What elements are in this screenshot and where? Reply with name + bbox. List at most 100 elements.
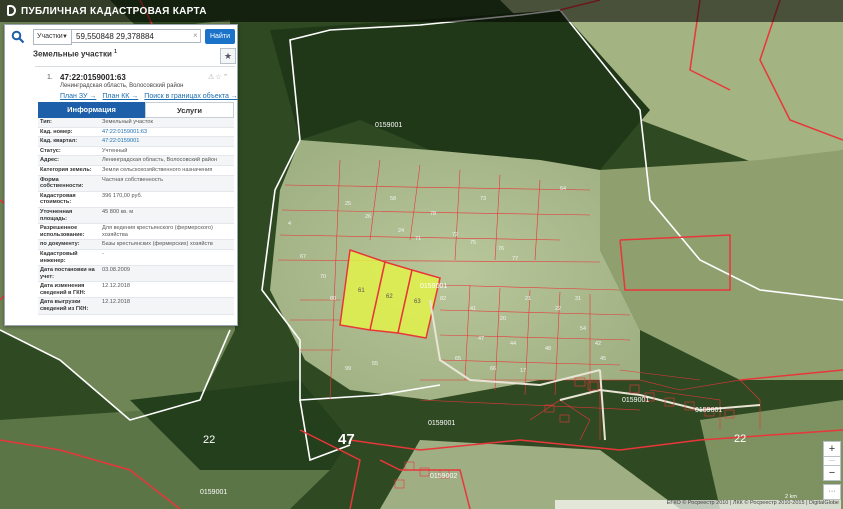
attribute-value: Частная собственность [100,175,234,192]
search-type-select[interactable]: Участки ▼ [33,29,72,45]
link-plan-kk[interactable]: План КК → [102,93,138,100]
attribute-row: Дата изменения сведений в ГКН: 12.12.2018 [38,281,234,299]
attribute-value: Учтенный [100,146,234,157]
parcel-number-label: 78 [430,211,436,217]
result-index: 1. [47,74,53,81]
app-logo: ПУБЛИЧНАЯ КАДАСТРОВАЯ КАРТА [7,5,207,17]
parcel-number-label: 17 [520,368,526,374]
parcel-number-label: 54 [580,326,586,332]
attribute-row: Кад. номер: 47:22:0159001:63 [38,127,234,138]
attribute-value[interactable]: 47:22:0159001:63 [100,127,234,138]
parcel-number-label: 25 [345,201,351,207]
search-icon[interactable] [11,30,25,44]
zoom-in-button[interactable]: + [823,441,841,457]
parcel-number-label: 76 [498,246,504,252]
parcel-number-label: 73 [480,196,486,202]
attribute-key: Кад. квартал: [38,136,100,147]
attribute-key: Форма собственности: [38,175,100,192]
attribute-row: Кадастровый инженер: - [38,249,234,267]
attribute-value: 12.12.2018 [100,297,234,315]
attribute-key: Дата постановки на учет: [38,265,100,283]
attribute-row: Статус: Учтенный [38,146,234,157]
result-links: План ЗУ → План КК → Поиск в границах объек… [60,93,244,100]
label-parcel-quarter-code-south: 0159001 [420,283,447,290]
attribute-key: по документу: [38,239,100,250]
divider [35,66,235,67]
search-bar: Участки▼ × Найти [9,29,235,45]
label-district-left: 22 [203,434,215,446]
zoom-out-button[interactable]: − [823,465,841,481]
attribute-row: Дата выгрузки сведений из ГКН: 12.12.2018 [38,297,234,315]
attribute-row: Кадастровая стоимость: 396 170,00 руб. [38,191,234,208]
attribute-row: Кад. квартал: 47:22:0159001 [38,136,234,147]
link-search-in-bounds[interactable]: Поиск в границах объекта → [144,93,238,100]
attribute-value: Земельный участок [100,118,234,128]
label-quarter-left: 0159001 [200,489,227,496]
attribute-row: Категория земель: Земли сельскохозяйствен… [38,165,234,176]
parcel-number-label: 55 [372,361,378,367]
result-address: Ленинградская область, Волосовский район [60,83,184,89]
label-region: 47 [338,431,355,448]
info-panel: Участки▼ × Найти Земельные участки 1 ★ 1… [4,24,238,326]
parcel-number-label: 64 [560,186,566,192]
label-parcel-quarter-code: 0159001 [695,407,722,414]
search-type-label: Участки [37,33,63,40]
results-count: 1 [114,49,117,55]
attribute-row: Разрешенное использование: Для ведения кр… [38,223,234,241]
parcel-number-label: 65 [455,356,461,362]
attribute-key: Тип: [38,118,100,128]
parcel-number-label: 72 [452,232,458,238]
tab-services[interactable]: Услуги [145,102,234,118]
attribute-value: 03.08.2009 [100,265,234,283]
label-district-right: 22 [734,433,746,445]
attribute-key: Кадастровая стоимость: [38,191,100,208]
attribute-value: Ленинградская область, Волосовский район [100,155,234,166]
app-title: ПУБЛИЧНАЯ КАДАСТРОВАЯ КАРТА [21,6,207,17]
parcel-number-label: 44 [510,341,516,347]
attribute-value[interactable]: 47:22:0159001 [100,136,234,147]
attribute-row: Форма собственности: Частная собственност… [38,175,234,192]
tab-information[interactable]: Информация [38,102,145,118]
attribute-key: Адрес: [38,155,100,166]
link-plan-zu[interactable]: План ЗУ → [60,93,96,100]
search-input[interactable] [71,29,201,43]
parcel-number-label: 47 [478,336,484,342]
attribute-value: 12.12.2018 [100,281,234,299]
attribute-row: Дата постановки на учет: 03.08.2009 [38,265,234,283]
attribute-key: Дата выгрузки сведений из ГКН: [38,297,100,315]
attribute-key: Кадастровый инженер: [38,249,100,267]
attribute-key: Статус: [38,146,100,157]
attribute-value: Базы крестьянских (фермерских) хозяйств [100,239,234,250]
attribute-key: Дата изменения сведений в ГКН: [38,281,100,299]
label-quarter-main: 0159001 [375,122,402,129]
star-icon[interactable]: ★ [220,48,236,64]
parcel-number-label: 21 [525,296,531,302]
label-quarter-village: 0159002 [430,473,457,480]
logo-icon [7,5,16,16]
results-title-text: Земельные участки [33,49,112,59]
parcel-number-label: 77 [512,256,518,262]
attribute-row: Адрес: Ленинградская область, Волосовский… [38,155,234,166]
parcel-number-label: 41 [470,306,476,312]
label-quarter-east: 0159001 [622,397,649,404]
attribution: ЕГКО © Росреестр 2010 | ЛКК © Росреестр … [555,500,841,509]
clear-icon[interactable]: × [193,31,198,40]
find-button[interactable]: Найти [205,29,235,44]
extra-tools-button[interactable]: ··· [823,484,841,500]
attributes-table: Тип: Земельный участок Кад. номер: 47:22:01… [38,118,234,315]
attribute-value: Земли сельскохозяйственного назначения [100,165,234,176]
parcel-number-label: 67 [300,254,306,260]
attribute-value: 45 800 кв. м [100,207,234,225]
parcel-number-label: 20 [500,316,506,322]
expand-icon[interactable]: ⌃ [223,74,230,81]
parcel-number-label: 70 [320,274,326,280]
result-tools: ⚠☆⌃ [208,73,229,81]
parcel-number-label: 42 [595,341,601,347]
star-outline-icon[interactable]: ☆ [215,74,222,81]
parcel-number-label: 22 [555,306,561,312]
attribute-row: по документу: Базы крестьянских (фермерск… [38,239,234,250]
result-cad-number[interactable]: 47:22:0159001:63 [60,73,126,82]
parcel-number-label: 31 [575,296,581,302]
top-header: ПУБЛИЧНАЯ КАДАСТРОВАЯ КАРТА [0,0,843,22]
attribute-row: Тип: Земельный участок [38,118,234,128]
